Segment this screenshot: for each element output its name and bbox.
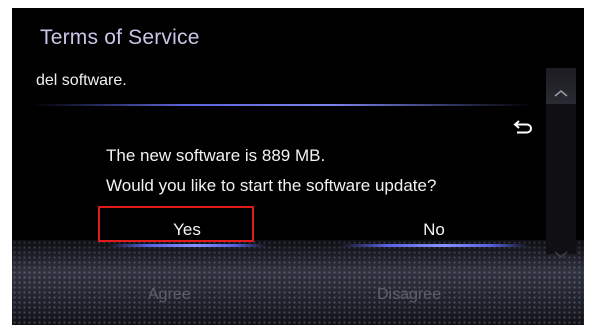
scroll-up-button[interactable] bbox=[546, 68, 576, 104]
no-button-underline bbox=[340, 244, 528, 247]
no-button-label: No bbox=[423, 220, 445, 239]
chevron-up-icon bbox=[553, 86, 569, 104]
yes-button-label: Yes bbox=[173, 220, 201, 239]
dialog-message-question: Would you like to start the software upd… bbox=[106, 176, 437, 195]
update-dialog: The new software is 889 MB. Would you li… bbox=[22, 136, 542, 254]
yes-button[interactable]: Yes bbox=[102, 213, 272, 247]
disagree-button[interactable]: Disagree bbox=[377, 286, 441, 304]
display-screen: Terms of Service del software. The new s… bbox=[12, 8, 584, 325]
divider bbox=[32, 104, 532, 106]
terms-text: del software. bbox=[36, 72, 127, 89]
chevron-down-icon bbox=[553, 248, 569, 266]
scroll-down-button[interactable] bbox=[546, 248, 576, 278]
yes-button-underline bbox=[108, 244, 266, 247]
no-button[interactable]: No bbox=[334, 213, 534, 247]
dialog-message-size: The new software is 889 MB. bbox=[106, 146, 326, 165]
agree-button[interactable]: Agree bbox=[148, 286, 191, 304]
page-title: Terms of Service bbox=[40, 26, 200, 49]
scrollbar-track[interactable] bbox=[546, 104, 576, 254]
